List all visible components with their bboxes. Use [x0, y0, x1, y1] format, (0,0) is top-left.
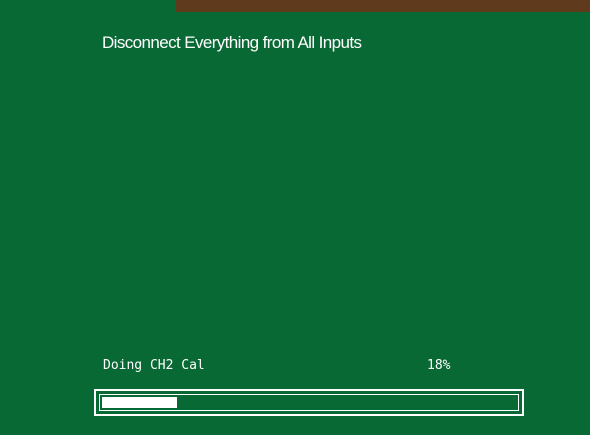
progress-bar-inner-frame: [99, 394, 519, 411]
instruction-message: Disconnect Everything from All Inputs: [102, 33, 362, 52]
progress-bar-fill: [102, 397, 177, 408]
progress-bar: [94, 389, 524, 416]
calibration-screen: Disconnect Everything from All Inputs Do…: [0, 0, 590, 435]
calibration-status-label: Doing CH2 Cal: [103, 358, 205, 373]
top-border-strip: [176, 0, 590, 12]
progress-percent-label: 18%: [427, 358, 451, 373]
